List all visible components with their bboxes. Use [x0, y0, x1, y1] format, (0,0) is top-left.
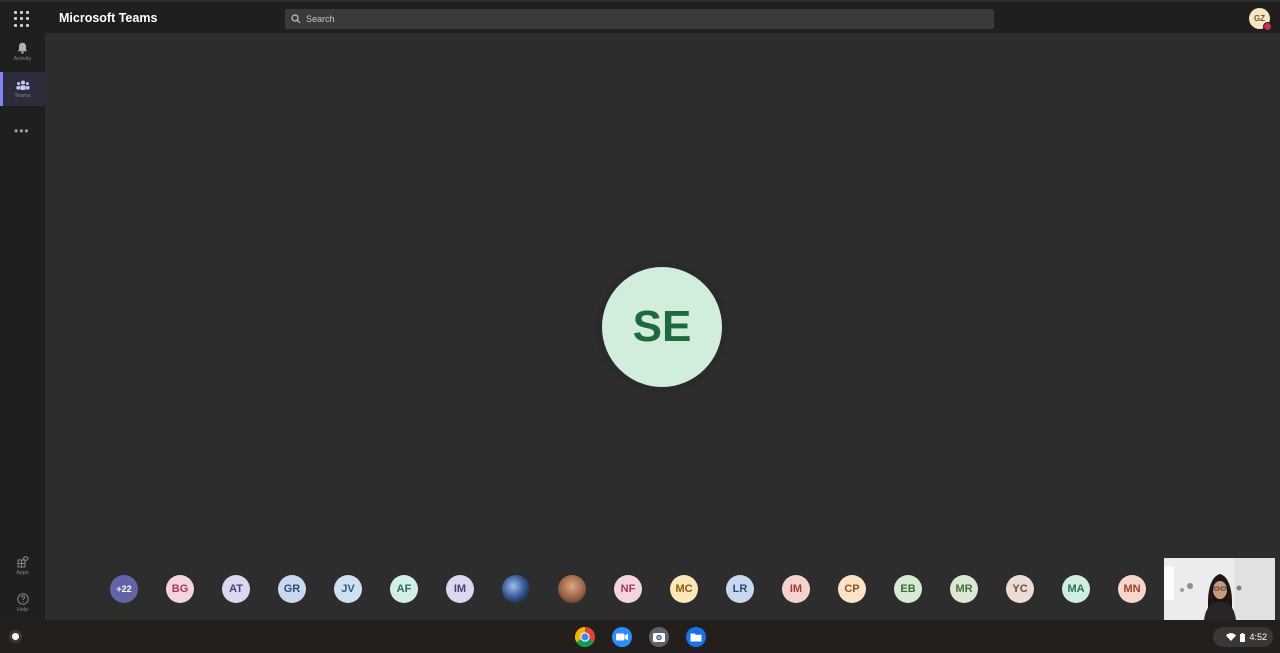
- main-participant-avatar[interactable]: SE: [602, 267, 722, 387]
- clock-time: 4:52: [1249, 632, 1267, 642]
- participant-initials: EB: [900, 583, 916, 595]
- teams-icon: [15, 80, 30, 90]
- search-icon: [291, 14, 301, 24]
- app-rail: Activity Teams ••• Apps Help: [0, 33, 45, 620]
- participant-avatar[interactable]: JV: [334, 575, 362, 603]
- self-video-preview[interactable]: [1164, 558, 1275, 620]
- participant-avatar[interactable]: YC: [1006, 575, 1034, 603]
- rail-item-teams[interactable]: Teams: [0, 72, 45, 106]
- participant-avatar[interactable]: CP: [838, 575, 866, 603]
- rail-item-activity[interactable]: Activity: [0, 35, 45, 69]
- participant-initials: IM: [453, 583, 467, 595]
- participant-photo-avatar[interactable]: [502, 575, 530, 603]
- files-icon[interactable]: [685, 626, 707, 648]
- apps-icon: [17, 556, 29, 568]
- rail-item-label: Teams: [14, 92, 31, 99]
- participant-initials: JV: [341, 583, 355, 595]
- top-bar: Microsoft Teams GZ: [0, 0, 1280, 33]
- self-video-image: [1164, 558, 1275, 620]
- rail-item-label: Apps: [16, 570, 29, 576]
- status-tray[interactable]: 4:52: [1213, 627, 1273, 647]
- user-avatar[interactable]: GZ: [1249, 8, 1272, 31]
- participant-initials: CP: [844, 583, 860, 595]
- os-launcher-icon[interactable]: [9, 630, 22, 643]
- app-title: Microsoft Teams: [59, 11, 158, 25]
- participant-avatar[interactable]: MR: [950, 575, 978, 603]
- participant-initials: GR: [283, 583, 301, 595]
- participant-avatar[interactable]: IM: [446, 575, 474, 603]
- search-box[interactable]: [285, 9, 994, 29]
- user-avatar-initials: GZ: [1253, 14, 1266, 23]
- wifi-icon: [1226, 633, 1237, 641]
- battery-icon: [1240, 632, 1246, 642]
- camera-icon[interactable]: [648, 626, 670, 648]
- participant-avatar[interactable]: LR: [726, 575, 754, 603]
- participant-avatar[interactable]: AF: [390, 575, 418, 603]
- participant-initials: IM: [789, 583, 803, 595]
- participant-avatar[interactable]: MC: [670, 575, 698, 603]
- rail-item-label: Help: [16, 607, 29, 613]
- participant-avatar[interactable]: GR: [278, 575, 306, 603]
- participant-avatar[interactable]: BG: [166, 575, 194, 603]
- participant-initials: MC: [675, 583, 693, 595]
- presence-status-dot: [1263, 22, 1272, 31]
- os-shelf: [0, 620, 1280, 652]
- help-icon: [16, 593, 29, 605]
- participant-initials: AT: [229, 583, 243, 595]
- main-participant-initials: SE: [632, 302, 692, 351]
- participant-avatar[interactable]: MN: [1118, 575, 1146, 603]
- participant-initials: NF: [620, 583, 636, 595]
- participant-initials: YC: [1012, 583, 1028, 595]
- zoom-icon[interactable]: [611, 626, 633, 648]
- participant-avatar[interactable]: MA: [1062, 575, 1090, 603]
- participant-initials: MR: [955, 583, 973, 595]
- rail-item-label: Activity: [13, 56, 32, 62]
- app-launcher-waffle-icon[interactable]: [12, 9, 32, 29]
- participant-initials: MA: [1067, 583, 1085, 595]
- participant-avatar[interactable]: IM: [782, 575, 810, 603]
- rail-item-help[interactable]: Help: [0, 586, 45, 620]
- participant-initials: LR: [732, 583, 748, 595]
- participant-avatar[interactable]: NF: [614, 575, 642, 603]
- participant-avatar[interactable]: EB: [894, 575, 922, 603]
- rail-item-apps[interactable]: Apps: [0, 549, 45, 583]
- participant-initials: AF: [396, 583, 412, 595]
- meeting-stage: SE +22 BG AT GR JV AF IM NF MC LR IM CP EB MR YC MA MN: [45, 33, 1280, 620]
- participant-photo-avatar[interactable]: [558, 575, 586, 603]
- search-input[interactable]: [301, 13, 994, 25]
- participant-initials: MN: [1123, 583, 1141, 595]
- participants-overflow-badge[interactable]: +22: [110, 575, 138, 603]
- chrome-icon[interactable]: [574, 626, 596, 648]
- participant-initials: BG: [171, 583, 189, 595]
- bell-icon: [17, 42, 28, 54]
- participant-avatar[interactable]: AT: [222, 575, 250, 603]
- more-apps-ellipsis-icon[interactable]: •••: [14, 124, 30, 138]
